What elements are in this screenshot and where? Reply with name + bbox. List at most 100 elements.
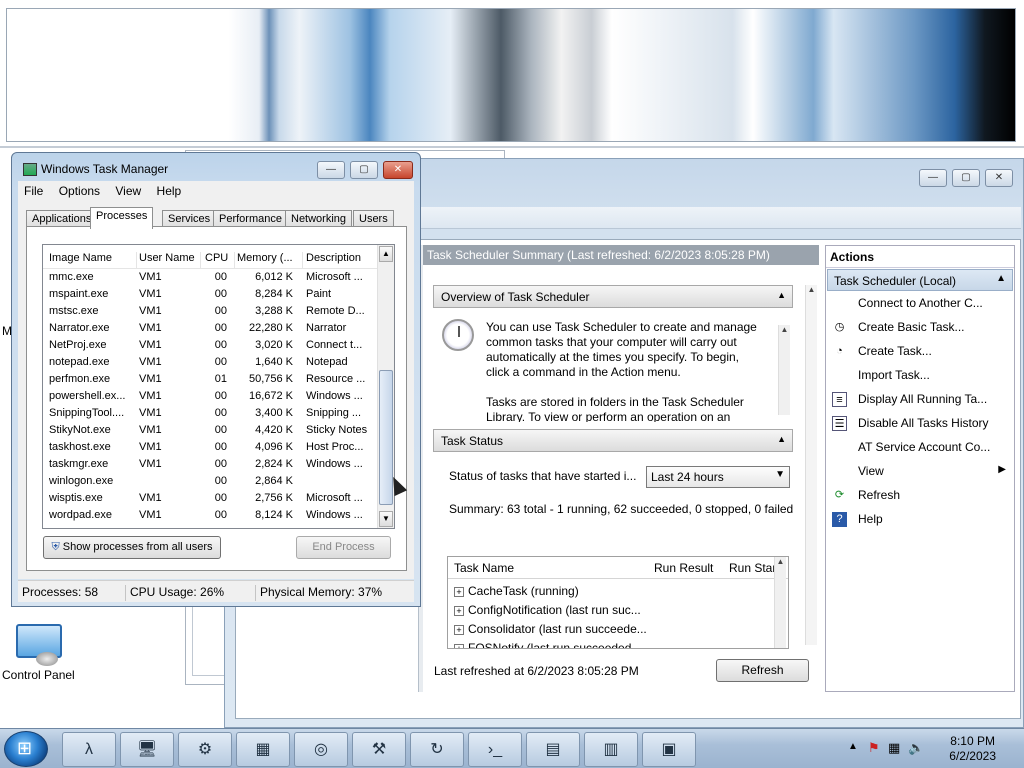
maximize-button[interactable]: ▢ [952, 169, 980, 187]
menu-file[interactable]: File [18, 181, 49, 201]
action-create-basic-task[interactable]: ◷ Create Basic Task... [826, 316, 1014, 340]
process-row[interactable]: StikyNot.exe VM1 00 4,420 K Sticky Notes [43, 422, 379, 439]
column-description[interactable]: Description [306, 252, 376, 268]
clock[interactable]: 8:10 PM 6/2/2023 [949, 734, 996, 764]
taskbar-button-task-manager-icon[interactable]: ▣ [642, 732, 696, 767]
taskbar-button-paint-icon[interactable]: ▦ [236, 732, 290, 767]
process-row[interactable]: NetProj.exe VM1 00 3,020 K Connect t... [43, 337, 379, 354]
process-row[interactable]: perfmon.exe VM1 01 50,756 K Resource ... [43, 371, 379, 388]
process-cpu: 00 [214, 305, 227, 317]
taskbar-button-sync-icon[interactable]: ↻ [410, 732, 464, 767]
action-create-task[interactable]: ◔ Create Task... [826, 340, 1014, 364]
process-row[interactable]: taskhost.exe VM1 00 4,096 K Host Proc... [43, 439, 379, 456]
menu-options[interactable]: Options [53, 181, 106, 201]
collapse-icon[interactable]: ▲ [777, 290, 786, 300]
process-row[interactable]: winlogon.exe 00 2,864 K [43, 473, 379, 490]
volume-icon[interactable]: 🔈 [908, 740, 924, 756]
process-row[interactable]: mstsc.exe VM1 00 3,288 K Remote D... [43, 303, 379, 320]
scroll-up-icon[interactable]: ▲ [379, 246, 393, 262]
taskbar-button-terminal-icon[interactable]: λ [62, 732, 116, 767]
process-row[interactable]: wordpad.exe VM1 00 8,124 K Windows ... [43, 507, 379, 524]
process-row[interactable]: mmc.exe VM1 00 6,012 K Microsoft ... [43, 269, 379, 286]
summary-header: Task Scheduler Summary (Last refreshed: … [423, 245, 819, 265]
process-memory: 8,124 K [255, 509, 293, 521]
processes-panel: Image Name User Name CPU Memory (... Des… [26, 226, 407, 571]
action-import-task[interactable]: Import Task... [826, 364, 1014, 388]
column-run-start[interactable]: Run Star [729, 561, 776, 575]
menu-view[interactable]: View [109, 181, 147, 201]
action-at-service[interactable]: AT Service Account Co... [826, 436, 1014, 460]
overview-scrollbar[interactable]: ▲ [778, 325, 790, 415]
action-disable-history[interactable]: ☰ Disable All Tasks History [826, 412, 1014, 436]
close-button[interactable]: ✕ [985, 169, 1013, 187]
column-memory[interactable]: Memory (... [237, 252, 303, 268]
column-image-name[interactable]: Image Name [49, 252, 137, 268]
process-user-name: VM1 [139, 356, 162, 368]
task-row[interactable]: + Consolidator (last run succeede... [454, 622, 647, 636]
middle-pane-scrollbar[interactable]: ▲ [805, 285, 817, 645]
process-row[interactable]: Narrator.exe VM1 00 22,280 K Narrator [43, 320, 379, 337]
scroll-down-icon[interactable]: ▼ [379, 511, 393, 527]
close-button[interactable]: ✕ [383, 161, 413, 179]
task-name: Consolidator (last run succeede... [468, 622, 647, 636]
process-row[interactable]: powershell.ex... VM1 00 16,672 K Windows ... [43, 388, 379, 405]
process-row[interactable]: SnippingTool.... VM1 00 3,400 K Snipping ... [43, 405, 379, 422]
column-cpu[interactable]: CPU [205, 252, 235, 268]
taskbar-button-server-icon[interactable]: ⚙ [178, 732, 232, 767]
tab-processes[interactable]: Processes [90, 207, 154, 229]
collapse-icon[interactable]: ▲ [777, 434, 786, 444]
expand-icon[interactable]: + [454, 586, 464, 597]
maximize-button[interactable]: ▢ [350, 161, 378, 179]
process-row[interactable]: mspaint.exe VM1 00 8,284 K Paint [43, 286, 379, 303]
process-memory: 16,672 K [248, 390, 293, 402]
taskbar-button-tools-icon[interactable]: ⚒ [352, 732, 406, 767]
network-icon[interactable]: ▦ [888, 740, 900, 756]
expand-icon[interactable]: + [454, 624, 464, 635]
start-button[interactable] [4, 731, 48, 767]
show-all-processes-button[interactable]: ⛨ Show processes from all users [43, 536, 221, 559]
control-panel-icon[interactable] [14, 622, 64, 666]
process-memory: 6,012 K [255, 271, 293, 283]
minimize-button[interactable]: — [919, 169, 947, 187]
control-panel-label[interactable]: Control Panel [2, 668, 75, 682]
process-row[interactable]: wisptis.exe VM1 00 2,756 K Microsoft ... [43, 490, 379, 507]
process-memory: 22,280 K [248, 322, 293, 334]
process-memory: 3,288 K [255, 305, 293, 317]
process-row[interactable]: taskmgr.exe VM1 00 2,824 K Windows ... [43, 456, 379, 473]
taskbar-button-remote-desktop-icon[interactable]: 🖥 [120, 732, 174, 767]
taskbar-button-control-panel-icon[interactable]: ▤ [526, 732, 580, 767]
tray-expand-icon[interactable]: ▲ [848, 741, 858, 752]
task-grid-scrollbar[interactable]: ▲ [774, 557, 786, 648]
menu-help[interactable]: Help [151, 181, 188, 201]
task-row[interactable]: + CacheTask (running) [454, 584, 579, 598]
column-run-result[interactable]: Run Result [654, 561, 713, 575]
expand-icon[interactable]: + [454, 643, 464, 648]
overview-line-4: click a command in the Action menu. [486, 365, 681, 379]
task-row[interactable]: + FOSNotify (last run succeeded [454, 641, 631, 648]
end-process-button[interactable]: End Process [296, 536, 391, 559]
taskbar-button-powershell-icon[interactable]: ›_ [468, 732, 522, 767]
action-refresh[interactable]: ⟳ Refresh [826, 484, 1014, 508]
status-range-select[interactable]: Last 24 hours ▼ [646, 466, 790, 488]
minimize-button[interactable]: — [317, 161, 345, 179]
collapse-icon[interactable]: ▲ [996, 273, 1006, 284]
process-image-name: Narrator.exe [49, 322, 110, 334]
action-connect[interactable]: Connect to Another C... [826, 292, 1014, 316]
task-status-section-header[interactable]: Task Status ▲ [433, 429, 793, 452]
column-task-name[interactable]: Task Name [454, 561, 514, 575]
process-row[interactable]: notepad.exe VM1 00 1,640 K Notepad [43, 354, 379, 371]
action-display-running[interactable]: ≡ Display All Running Ta... [826, 388, 1014, 412]
action-center-icon[interactable]: ⚑ [868, 740, 880, 756]
column-user-name[interactable]: User Name [139, 252, 201, 268]
process-image-name: perfmon.exe [49, 373, 111, 385]
action-help[interactable]: ? Help [826, 508, 1014, 532]
expand-icon[interactable]: + [454, 605, 464, 616]
refresh-button[interactable]: Refresh [716, 659, 809, 682]
task-row[interactable]: + ConfigNotification (last run suc... [454, 603, 641, 617]
taskbar-button-notepad-icon[interactable]: ▥ [584, 732, 638, 767]
action-view[interactable]: View ▶ [826, 460, 1014, 484]
taskbar-button-performance-icon[interactable]: ◎ [294, 732, 348, 767]
actions-group-header[interactable]: Task Scheduler (Local) ▲ [827, 269, 1013, 291]
process-user-name: VM1 [139, 322, 162, 334]
overview-section-header[interactable]: Overview of Task Scheduler ▲ [433, 285, 793, 308]
